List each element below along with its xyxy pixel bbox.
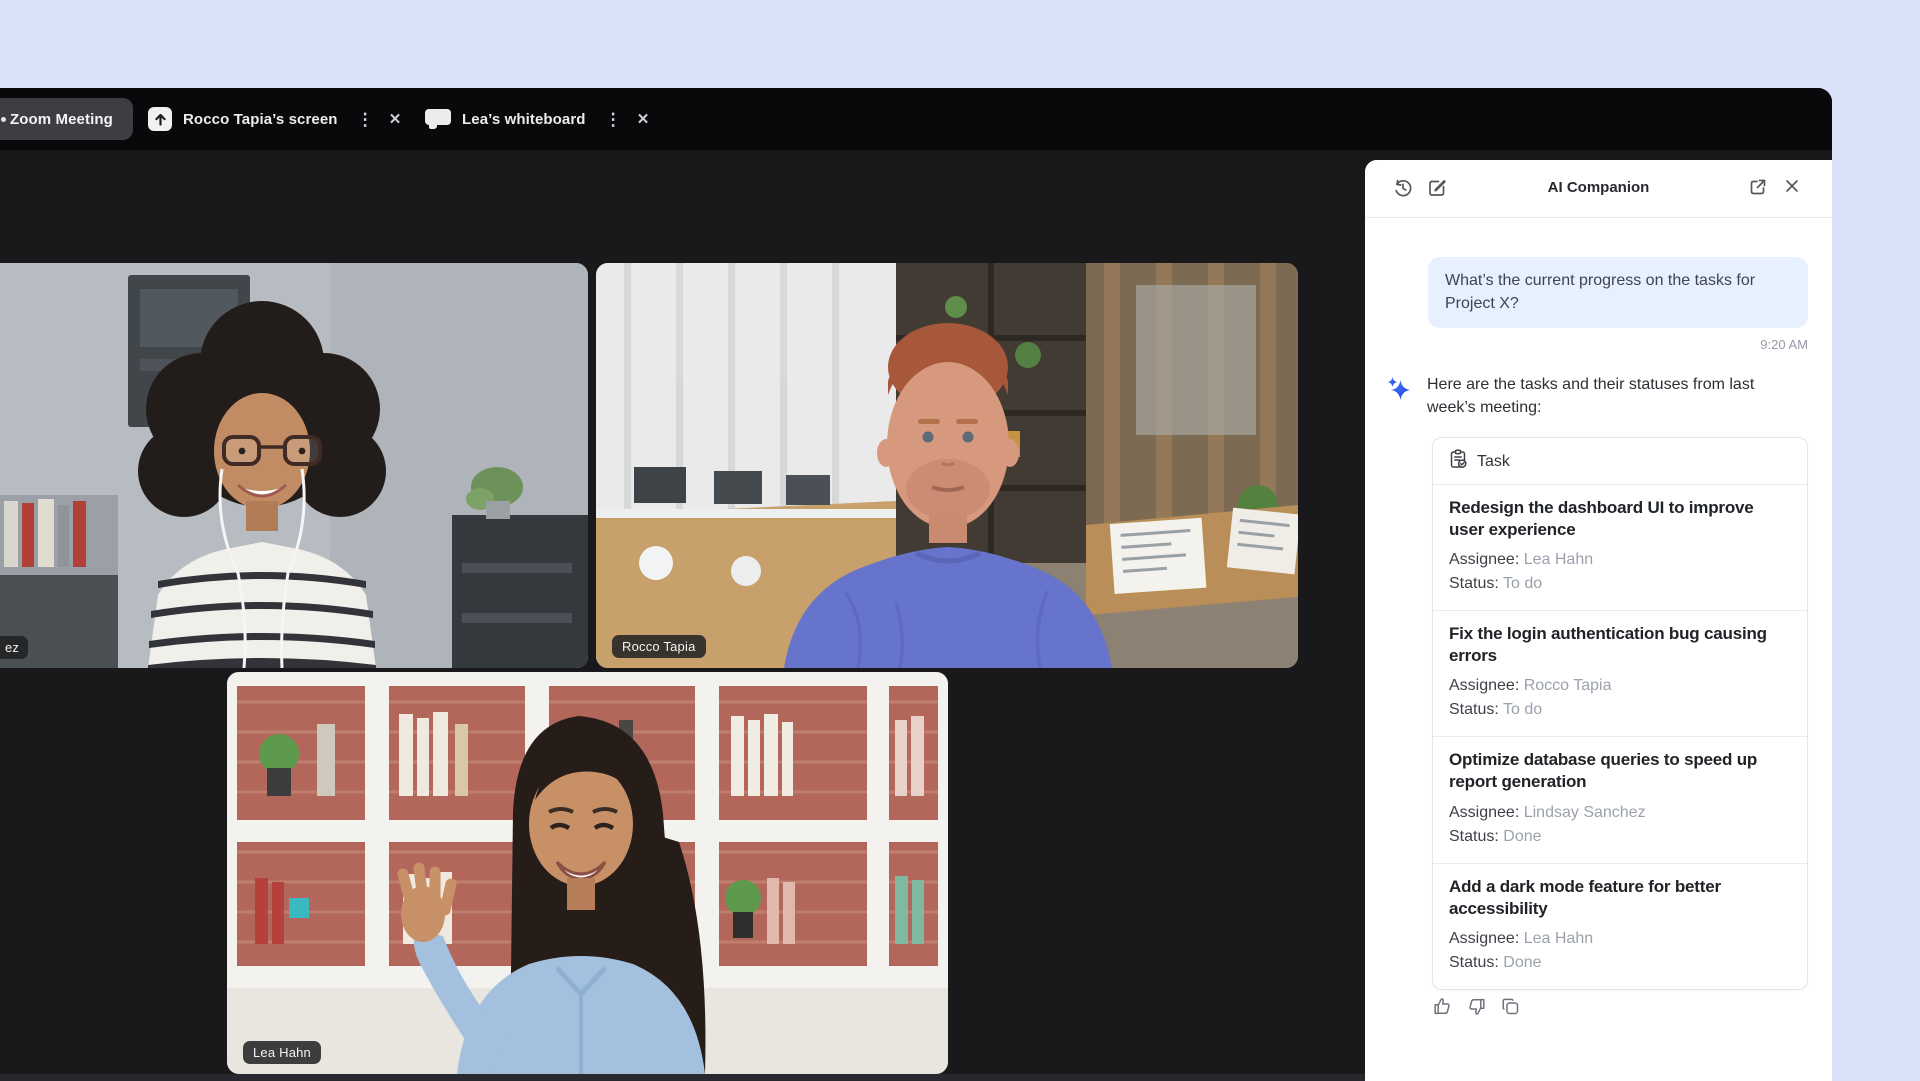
assignee-value: Lea Hahn — [1524, 930, 1593, 947]
tab-zoom-meeting[interactable]: Zoom Meeting — [0, 98, 133, 140]
participant-name-label: Rocco Tapia — [612, 635, 706, 658]
task-title: Optimize database queries to speed up re… — [1449, 749, 1791, 793]
tab-menu-icon[interactable]: ⋮ — [603, 111, 624, 128]
participant-name-label: Lea Hahn — [243, 1041, 321, 1064]
assignee-label: Assignee: — [1449, 804, 1519, 821]
desktop: Zoom Meeting Rocco Tapia’s screen ⋮ ✕ Le… — [0, 0, 1920, 1081]
assignee-value: Lea Hahn — [1524, 551, 1593, 568]
task-list-icon — [1449, 449, 1468, 474]
copy-icon[interactable] — [1500, 996, 1521, 1017]
status-value: Done — [1503, 828, 1541, 845]
participant-video-scene — [596, 263, 1298, 668]
message-timestamp: 9:20 AM — [1760, 337, 1808, 352]
status-label: Status: — [1449, 575, 1499, 592]
tab-label: Lea’s whiteboard — [462, 111, 586, 128]
video-tile-rocco[interactable]: Rocco Tapia — [596, 263, 1298, 668]
tab-menu-icon[interactable]: ⋮ — [355, 111, 376, 128]
video-tile-lea[interactable]: Lea Hahn — [227, 672, 948, 1074]
share-screen-icon — [148, 107, 172, 131]
status-label: Status: — [1449, 701, 1499, 718]
task-title: Fix the login authentication bug causing… — [1449, 623, 1791, 667]
window-tab-bar: Zoom Meeting Rocco Tapia’s screen ⋮ ✕ Le… — [0, 88, 1832, 150]
participant-video-scene — [227, 672, 948, 1074]
whiteboard-icon — [425, 109, 451, 129]
status-value: To do — [1503, 701, 1542, 718]
task-row: Add a dark mode feature for better acces… — [1433, 864, 1807, 989]
active-tab-icon — [1, 117, 6, 122]
task-card-header: Task — [1433, 438, 1807, 485]
pop-out-icon[interactable] — [1748, 177, 1770, 199]
task-card-title: Task — [1477, 453, 1510, 471]
task-row: Fix the login authentication bug causing… — [1433, 611, 1807, 737]
video-tile-lindsay[interactable]: ez — [0, 263, 588, 668]
status-value: Done — [1503, 954, 1541, 971]
task-card: Task Redesign the dashboard UI to improv… — [1432, 437, 1808, 990]
participant-name-label: ez — [0, 636, 28, 659]
assignee-label: Assignee: — [1449, 930, 1519, 947]
task-title: Redesign the dashboard UI to improve use… — [1449, 497, 1791, 541]
tab-label: Rocco Tapia’s screen — [183, 111, 338, 128]
task-row: Redesign the dashboard UI to improve use… — [1433, 485, 1807, 611]
ai-response-text: Here are the tasks and their statuses fr… — [1427, 373, 1779, 419]
task-title: Add a dark mode feature for better acces… — [1449, 876, 1791, 920]
status-label: Status: — [1449, 828, 1499, 845]
tab-label: Zoom Meeting — [10, 111, 113, 128]
tab-close-icon[interactable]: ✕ — [387, 112, 404, 127]
thumbs-up-icon[interactable] — [1432, 996, 1453, 1017]
thumbs-down-icon[interactable] — [1466, 996, 1487, 1017]
assignee-label: Assignee: — [1449, 551, 1519, 568]
window-bottom-edge — [0, 1074, 1365, 1081]
status-value: To do — [1503, 575, 1542, 592]
assignee-value: Lindsay Sanchez — [1524, 804, 1646, 821]
tab-close-icon[interactable]: ✕ — [635, 112, 652, 127]
tab-whiteboard[interactable]: Lea’s whiteboard ⋮ ✕ — [425, 88, 651, 150]
assignee-label: Assignee: — [1449, 677, 1519, 694]
ai-companion-sparkle-icon — [1386, 376, 1411, 401]
panel-header: AI Companion — [1365, 160, 1832, 218]
assignee-value: Rocco Tapia — [1524, 677, 1612, 694]
status-label: Status: — [1449, 954, 1499, 971]
user-message-bubble: What’s the current progress on the tasks… — [1428, 257, 1808, 328]
task-row: Optimize database queries to speed up re… — [1433, 737, 1807, 863]
feedback-row — [1432, 996, 1521, 1017]
zoom-meeting-window: Zoom Meeting Rocco Tapia’s screen ⋮ ✕ Le… — [0, 88, 1832, 1081]
participant-video-scene — [0, 263, 588, 668]
close-icon[interactable] — [1783, 177, 1805, 199]
ai-companion-panel: AI Companion What’s the current progress… — [1365, 160, 1832, 1081]
tab-screen-share[interactable]: Rocco Tapia’s screen ⋮ ✕ — [148, 88, 403, 150]
